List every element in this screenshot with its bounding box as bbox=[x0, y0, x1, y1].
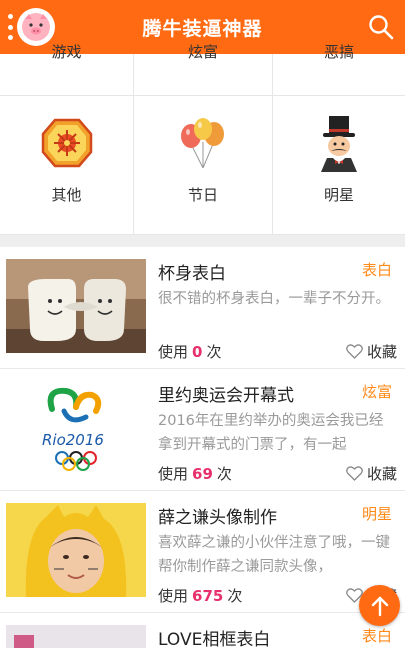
item-thumbnail bbox=[6, 259, 146, 353]
list-item[interactable]: Rio2016 里约奥运会开幕式 炫富 2016年在里约举办的奥运会我已经拿到开… bbox=[0, 369, 405, 491]
item-title: 里约奥运会开幕式 bbox=[158, 386, 294, 406]
item-usage: 使用 675 次 bbox=[158, 587, 243, 605]
balloons-icon bbox=[179, 116, 227, 174]
category-prank[interactable]: 恶搞 bbox=[273, 43, 405, 96]
svg-text:Rio2016: Rio2016 bbox=[42, 431, 104, 449]
scroll-to-top-button[interactable] bbox=[359, 585, 400, 626]
hexagon-flower-icon bbox=[41, 118, 93, 172]
page-title: 腾牛装逼神器 bbox=[142, 18, 263, 40]
item-category-tag: 表白 bbox=[361, 261, 392, 279]
usage-count: 675 bbox=[192, 587, 224, 605]
item-usage: 使用 69 次 bbox=[158, 465, 232, 483]
category-festival[interactable]: 节日 bbox=[134, 96, 273, 235]
item-usage: 使用 0 次 bbox=[158, 343, 222, 361]
favorite-button[interactable]: 收藏 bbox=[346, 463, 397, 484]
arrow-up-icon bbox=[371, 596, 388, 616]
item-description: 2016年在里约举办的奥运会我已经拿到开幕式的门票了，有一起 bbox=[158, 413, 384, 453]
magician-icon bbox=[317, 114, 361, 176]
category-label: 明星 bbox=[323, 186, 354, 204]
heart-icon bbox=[346, 466, 363, 481]
category-grid: 游戏 炫富 恶搞 其他 节日 明星 bbox=[0, 43, 405, 235]
category-label: 节日 bbox=[187, 186, 218, 204]
list-item[interactable]: 薛之谦头像制作 明星 喜欢薛之谦的小伙伴注意了哦，一键帮你制作薛之谦同款头像， … bbox=[0, 491, 405, 613]
category-star[interactable]: 明星 bbox=[273, 96, 405, 235]
category-label: 游戏 bbox=[51, 43, 82, 61]
item-thumbnail bbox=[6, 503, 146, 597]
list-item[interactable]: LOVE相框表白 表白 bbox=[0, 613, 405, 650]
item-category-tag: 表白 bbox=[361, 627, 392, 645]
usage-count: 0 bbox=[192, 343, 203, 361]
heart-icon bbox=[346, 344, 363, 359]
item-description: 喜欢薛之谦的小伙伴注意了哦，一键帮你制作薛之谦同款头像， bbox=[158, 535, 390, 575]
usage-count: 69 bbox=[192, 465, 213, 483]
category-label: 炫富 bbox=[187, 43, 218, 61]
search-icon[interactable] bbox=[367, 13, 395, 41]
list-item[interactable]: 杯身表白 表白 很不错的杯身表白，一辈子不分开。 使用 0 次 收藏 bbox=[0, 247, 405, 369]
section-divider bbox=[0, 235, 405, 247]
favorite-button[interactable]: 收藏 bbox=[346, 341, 397, 362]
category-game[interactable]: 游戏 bbox=[0, 43, 134, 96]
item-category-tag: 明星 bbox=[361, 505, 392, 523]
item-description: 很不错的杯身表白，一辈子不分开。 bbox=[158, 291, 390, 307]
item-title: 薛之谦头像制作 bbox=[158, 508, 277, 528]
item-thumbnail bbox=[6, 625, 146, 648]
category-label: 其他 bbox=[51, 186, 82, 204]
item-thumbnail: Rio2016 bbox=[6, 381, 146, 475]
item-title: LOVE相框表白 bbox=[158, 630, 271, 650]
category-other[interactable]: 其他 bbox=[0, 96, 134, 235]
category-label: 恶搞 bbox=[323, 43, 354, 61]
item-category-tag: 炫富 bbox=[361, 383, 392, 401]
category-rich[interactable]: 炫富 bbox=[134, 43, 273, 96]
item-title: 杯身表白 bbox=[158, 264, 226, 284]
